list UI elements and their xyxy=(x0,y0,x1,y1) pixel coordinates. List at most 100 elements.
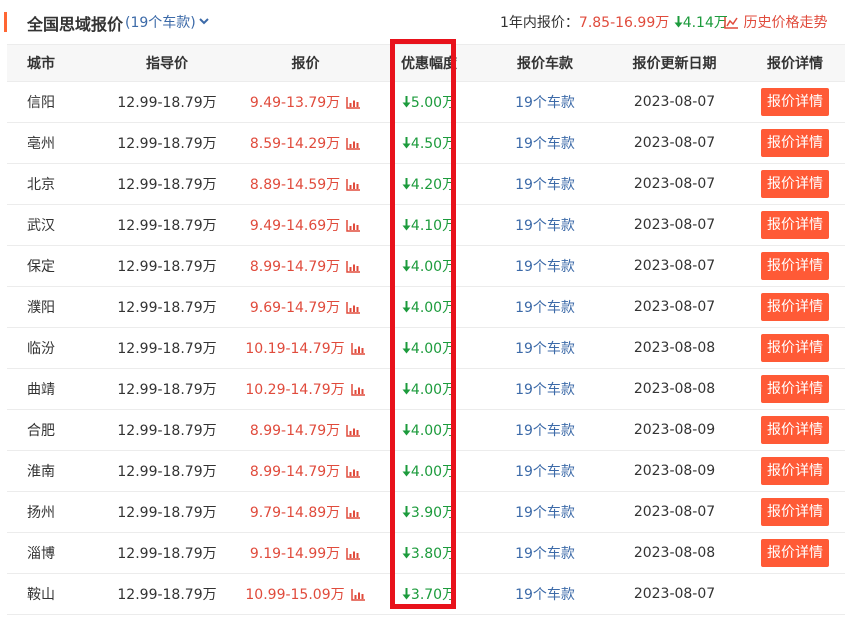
chart-icon xyxy=(724,17,738,29)
guide-price-cell: 12.99-18.79万 xyxy=(95,245,239,287)
guide-price-cell: 12.99-18.79万 xyxy=(95,450,239,492)
city-cell: 临汾 xyxy=(7,327,95,369)
update-date-cell: 2023-08-07 xyxy=(604,163,745,205)
arrow-down-icon xyxy=(402,423,411,439)
guide-price-cell: 12.99-18.79万 xyxy=(95,409,239,451)
guide-price-cell: 12.99-18.79万 xyxy=(95,204,239,246)
price-detail-button[interactable]: 报价详情 xyxy=(761,334,829,362)
chart-icon[interactable] xyxy=(346,136,361,152)
quote-value: 8.59-14.29万 xyxy=(249,136,341,152)
table-row: 武汉 12.99-18.79万 9.49-14.69万 4.10万 19个车款 2023-… xyxy=(7,204,845,246)
price-detail-button[interactable]: 报价详情 xyxy=(761,539,829,567)
quote-cell: 8.99-14.79万 xyxy=(239,450,372,492)
models-link[interactable]: 19个车款 xyxy=(486,368,604,410)
update-date-cell: 2023-08-07 xyxy=(604,491,745,533)
chart-icon[interactable] xyxy=(346,464,361,480)
city-cell: 扬州 xyxy=(7,491,95,533)
quote-cell: 8.99-14.79万 xyxy=(239,245,372,287)
price-detail-button[interactable]: 报价详情 xyxy=(761,416,829,444)
discount-value: 4.00万 xyxy=(410,300,457,316)
discount-value: 4.10万 xyxy=(410,218,457,234)
chart-icon[interactable] xyxy=(346,259,361,275)
city-cell: 淄博 xyxy=(7,532,95,574)
table-row: 濮阳 12.99-18.79万 9.69-14.79万 4.00万 19个车款 2023-… xyxy=(7,286,845,328)
quote-value: 9.49-14.69万 xyxy=(249,218,341,234)
models-link[interactable]: 19个车款 xyxy=(486,163,604,205)
discount-value: 4.00万 xyxy=(410,423,457,439)
arrow-down-icon xyxy=(402,218,411,234)
models-link[interactable]: 19个车款 xyxy=(486,409,604,451)
arrow-down-icon xyxy=(674,16,683,28)
column-header-quote: 报价 xyxy=(239,44,372,82)
arrow-down-icon xyxy=(402,95,411,111)
chart-icon[interactable] xyxy=(346,423,361,439)
price-detail-button[interactable]: 报价详情 xyxy=(761,498,829,526)
chevron-down-icon xyxy=(198,15,210,31)
year-price-range: 1年内报价：7.85-16.99万 4.14万 xyxy=(500,12,728,32)
arrow-down-icon xyxy=(402,259,411,275)
quote-cell: 8.99-14.79万 xyxy=(239,409,372,451)
price-history-link[interactable]: 历史价格走势 xyxy=(724,12,827,32)
discount-cell: 4.50万 xyxy=(372,122,486,164)
models-link[interactable]: 19个车款 xyxy=(486,204,604,246)
price-detail-button[interactable]: 报价详情 xyxy=(761,457,829,485)
price-detail-button[interactable]: 报价详情 xyxy=(761,129,829,157)
quote-cell: 10.19-14.79万 xyxy=(239,327,372,369)
price-detail-button[interactable]: 报价详情 xyxy=(761,211,829,239)
discount-cell: 4.00万 xyxy=(372,327,486,369)
city-cell: 濮阳 xyxy=(7,286,95,328)
detail-cell: 报价详情 xyxy=(745,327,845,369)
price-detail-button[interactable]: 报价详情 xyxy=(761,375,829,403)
quote-value: 9.69-14.79万 xyxy=(249,300,341,316)
update-date-cell: 2023-08-07 xyxy=(604,573,745,615)
table-row: 合肥 12.99-18.79万 8.99-14.79万 4.00万 19个车款 2023-… xyxy=(7,409,845,451)
price-detail-button[interactable]: 报价详情 xyxy=(761,252,829,280)
range-label: 1年内报价： xyxy=(500,15,579,31)
models-link[interactable]: 19个车款 xyxy=(486,122,604,164)
guide-price-cell: 12.99-18.79万 xyxy=(95,573,239,615)
models-link[interactable]: 19个车款 xyxy=(486,450,604,492)
price-detail-button[interactable]: 报价详情 xyxy=(761,293,829,321)
model-count-label: (19个车款) xyxy=(125,15,196,31)
model-count-dropdown[interactable]: (19个车款) xyxy=(125,12,210,32)
table-row: 临汾 12.99-18.79万 10.19-14.79万 4.00万 19个车款 2023… xyxy=(7,327,845,369)
arrow-down-icon xyxy=(402,546,411,562)
chart-icon[interactable] xyxy=(346,95,361,111)
models-link[interactable]: 19个车款 xyxy=(486,491,604,533)
quote-value: 8.99-14.79万 xyxy=(249,259,341,275)
table-row: 保定 12.99-18.79万 8.99-14.79万 4.00万 19个车款 2023-… xyxy=(7,245,845,287)
title-accent-bar xyxy=(4,12,7,32)
chart-icon[interactable] xyxy=(350,382,366,398)
discount-cell: 4.20万 xyxy=(372,163,486,205)
table-row: 亳州 12.99-18.79万 8.59-14.29万 4.50万 19个车款 2023-… xyxy=(7,122,845,164)
models-link[interactable]: 19个车款 xyxy=(486,245,604,287)
models-link[interactable]: 19个车款 xyxy=(486,532,604,574)
discount-cell: 3.70万 xyxy=(372,573,486,615)
quote-cell: 8.89-14.59万 xyxy=(239,163,372,205)
table-row: 扬州 12.99-18.79万 9.79-14.89万 3.90万 19个车款 2023-… xyxy=(7,491,845,533)
chart-icon[interactable] xyxy=(350,587,366,603)
models-link[interactable]: 19个车款 xyxy=(486,81,604,123)
detail-cell: 报价详情 xyxy=(745,532,845,574)
chart-icon[interactable] xyxy=(346,177,361,193)
update-date-cell: 2023-08-07 xyxy=(604,122,745,164)
chart-icon[interactable] xyxy=(346,505,361,521)
guide-price-cell: 12.99-18.79万 xyxy=(95,163,239,205)
column-header-models: 报价车款 xyxy=(486,44,604,82)
models-link[interactable]: 19个车款 xyxy=(486,327,604,369)
chart-icon[interactable] xyxy=(346,300,361,316)
city-cell: 亳州 xyxy=(7,122,95,164)
price-detail-button[interactable]: 报价详情 xyxy=(761,88,829,116)
models-link[interactable]: 19个车款 xyxy=(486,286,604,328)
discount-value: 4.00万 xyxy=(410,259,457,275)
guide-price-cell: 12.99-18.79万 xyxy=(95,368,239,410)
price-detail-button[interactable]: 报价详情 xyxy=(761,170,829,198)
quote-value: 10.19-14.79万 xyxy=(245,341,345,357)
quote-value: 10.99-15.09万 xyxy=(245,587,345,603)
chart-icon[interactable] xyxy=(346,546,361,562)
chart-icon[interactable] xyxy=(350,341,366,357)
chart-icon[interactable] xyxy=(346,218,361,234)
models-link[interactable]: 19个车款 xyxy=(486,573,604,615)
discount-cell: 4.00万 xyxy=(372,245,486,287)
discount-value: 5.00万 xyxy=(410,95,457,111)
